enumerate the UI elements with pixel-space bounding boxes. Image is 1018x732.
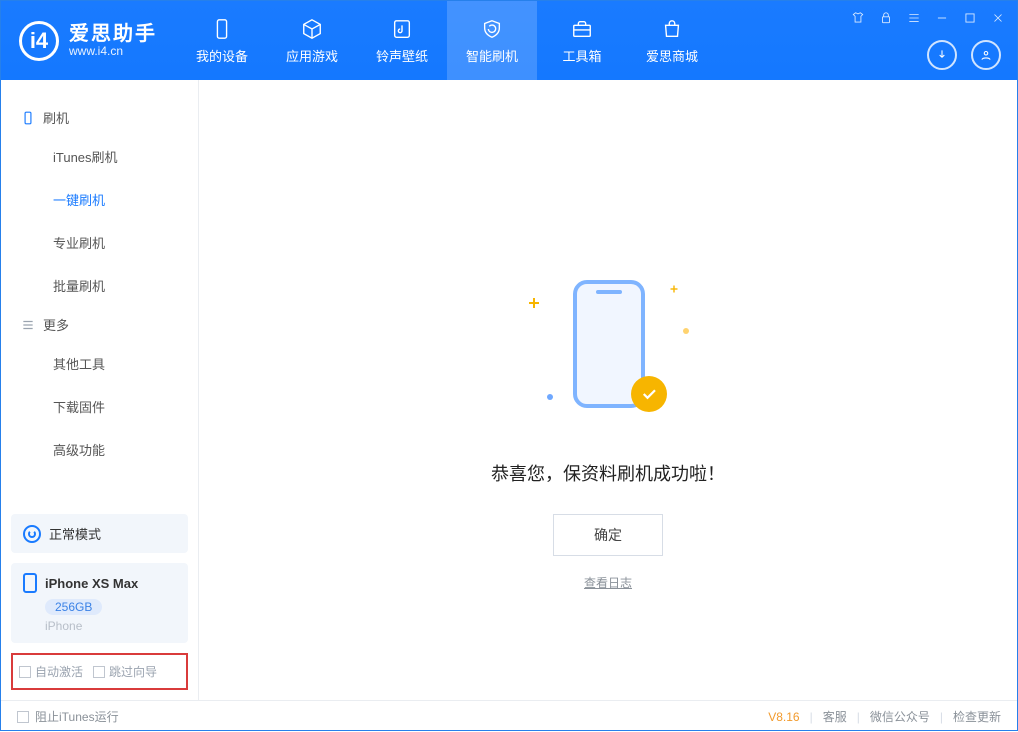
menu-icon[interactable] [905,9,923,27]
logo-badge-icon: i4 [19,21,59,61]
device-storage-badge: 256GB [45,599,102,615]
view-log-link[interactable]: 查看日志 [584,574,632,591]
checkbox-label: 跳过向导 [109,663,157,680]
nav-label: 铃声壁纸 [376,46,428,65]
sidebar-item-oneclick-flash[interactable]: 一键刷机 [1,178,198,221]
sidebar-item-advanced[interactable]: 高级功能 [1,428,198,471]
checkbox-icon [17,711,29,723]
mode-label: 正常模式 [49,524,101,543]
dot-icon [547,394,553,400]
checkbox-label: 阻止iTunes运行 [35,708,119,725]
user-button[interactable] [971,40,1001,70]
checkbox-icon [19,666,31,678]
checkbox-icon [93,666,105,678]
nav-label: 智能刷机 [466,46,518,65]
app-logo: i4 爱思助手 www.i4.cn [19,1,157,80]
section-title: 更多 [43,315,69,334]
footer-link-support[interactable]: 客服 [823,708,847,725]
sparkle-icon [672,287,676,291]
window-controls [849,9,1007,27]
cube-icon [299,16,325,42]
success-illustration [553,280,663,430]
section-title: 刷机 [43,108,69,127]
mode-icon [23,525,41,543]
music-note-icon [389,16,415,42]
flash-options-box: 自动激活 跳过向导 [11,653,188,690]
nav-label: 工具箱 [562,46,601,65]
sidebar-item-pro-flash[interactable]: 专业刷机 [1,221,198,264]
tshirt-icon[interactable] [849,9,867,27]
sidebar: 刷机 iTunes刷机 一键刷机 专业刷机 批量刷机 更多 其他工具 下载固件 … [1,80,199,700]
sidebar-item-other-tools[interactable]: 其他工具 [1,342,198,385]
checkbox-auto-activate[interactable]: 自动激活 [19,663,83,680]
device-name: iPhone XS Max [45,576,138,591]
titlebar: i4 爱思助手 www.i4.cn 我的设备 应用游戏 铃声壁纸 智能刷机 工具… [1,1,1017,80]
shopping-bag-icon [659,16,685,42]
nav-apps-games[interactable]: 应用游戏 [267,1,357,80]
maximize-icon[interactable] [961,9,979,27]
sidebar-section-flash: 刷机 [1,100,198,135]
status-bar: 阻止iTunes运行 V8.16 | 客服 | 微信公众号 | 检查更新 [1,700,1017,732]
device-mode-card[interactable]: 正常模式 [11,514,188,553]
checkmark-badge-icon [631,376,667,412]
dot-icon [683,328,689,334]
sidebar-item-itunes-flash[interactable]: iTunes刷机 [1,135,198,178]
refresh-shield-icon [479,16,505,42]
minimize-icon[interactable] [933,9,951,27]
nav-toolbox[interactable]: 工具箱 [537,1,627,80]
user-controls [927,40,1001,70]
checkbox-skip-guide[interactable]: 跳过向导 [93,663,157,680]
ok-button[interactable]: 确定 [553,514,663,556]
main-nav: 我的设备 应用游戏 铃声壁纸 智能刷机 工具箱 爱思商城 [177,1,717,80]
device-type: iPhone [45,619,176,633]
nav-label: 我的设备 [196,46,248,65]
lock-icon[interactable] [877,9,895,27]
main-content: 恭喜您，保资料刷机成功啦！ 确定 查看日志 [199,80,1017,700]
nav-ringtones-wallpapers[interactable]: 铃声壁纸 [357,1,447,80]
app-site: www.i4.cn [69,45,157,58]
app-body: 刷机 iTunes刷机 一键刷机 专业刷机 批量刷机 更多 其他工具 下载固件 … [1,80,1017,700]
app-name: 爱思助手 [69,23,157,45]
phone-outline-icon [21,111,35,125]
device-card[interactable]: iPhone XS Max 256GB iPhone [11,563,188,643]
nav-smart-flash[interactable]: 智能刷机 [447,1,537,80]
sidebar-item-batch-flash[interactable]: 批量刷机 [1,264,198,307]
nav-label: 爱思商城 [646,46,698,65]
footer-link-check-update[interactable]: 检查更新 [953,708,1001,725]
footer-link-wechat[interactable]: 微信公众号 [870,708,930,725]
checkbox-label: 自动激活 [35,663,83,680]
success-message: 恭喜您，保资料刷机成功啦！ [491,460,725,486]
checkbox-block-itunes[interactable]: 阻止iTunes运行 [17,708,119,725]
phone-icon [23,573,37,593]
sparkle-icon [531,300,537,306]
nav-my-device[interactable]: 我的设备 [177,1,267,80]
toolbox-icon [569,16,595,42]
nav-label: 应用游戏 [286,46,338,65]
close-icon[interactable] [989,9,1007,27]
list-icon [21,318,35,332]
sidebar-item-download-firmware[interactable]: 下载固件 [1,385,198,428]
device-icon [209,16,235,42]
download-button[interactable] [927,40,957,70]
sidebar-section-more: 更多 [1,307,198,342]
nav-store[interactable]: 爱思商城 [627,1,717,80]
version-label: V8.16 [768,710,799,724]
